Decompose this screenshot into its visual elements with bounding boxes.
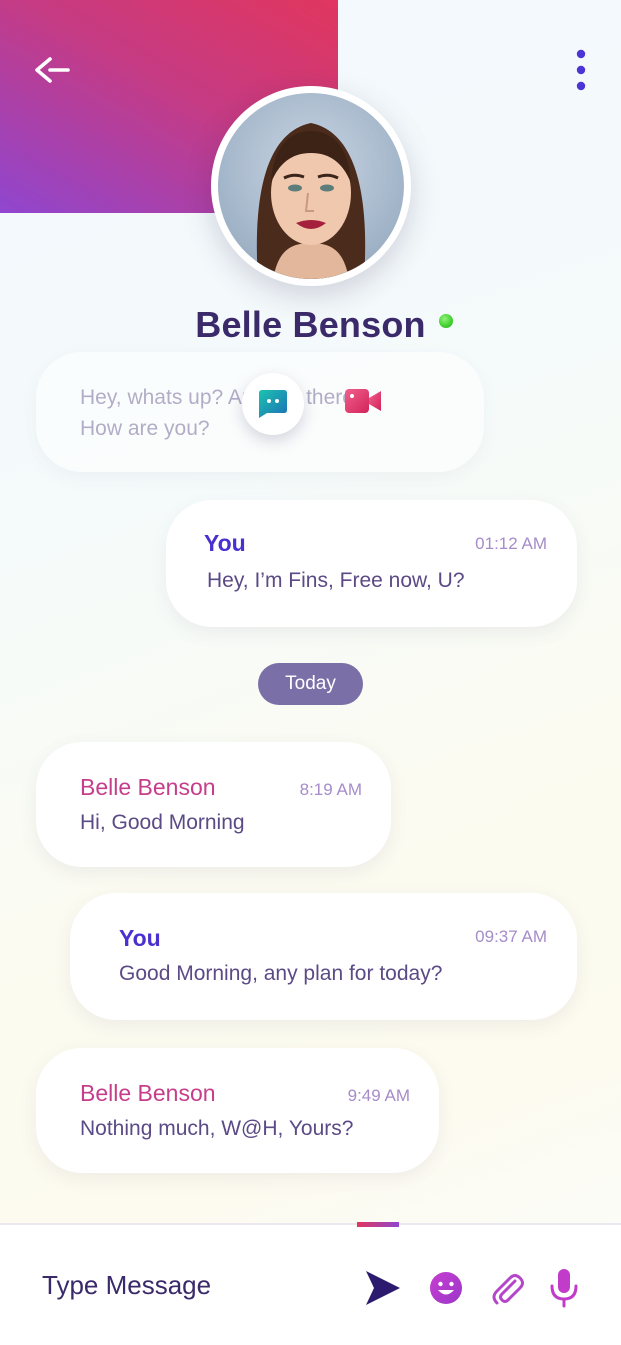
message-bubble-sent[interactable]: You 01:12 AM Hey, I’m Fins, Free now, U?: [166, 500, 577, 627]
emoji-button[interactable]: [429, 1271, 463, 1305]
attach-button[interactable]: [489, 1269, 525, 1307]
paperclip-icon: [492, 1274, 524, 1305]
online-status-indicator: [438, 314, 453, 328]
message-bubble-received[interactable]: Belle Benson 9:49 AM Nothing much, W@H, …: [36, 1048, 439, 1173]
avatar-portrait: [256, 123, 366, 279]
message-sender: You: [119, 925, 161, 951]
message-bubble-sent[interactable]: You 09:37 AM Good Morning, any plan for …: [70, 893, 577, 1020]
send-button[interactable]: [364, 1269, 402, 1307]
contact-name: Belle Benson: [195, 304, 426, 345]
microphone-icon: [550, 1269, 578, 1308]
message-bubble-received[interactable]: Belle Benson 8:19 AM Hi, Good Morning: [36, 742, 391, 867]
message-sender: Belle Benson: [80, 1080, 216, 1106]
contact-avatar[interactable]: [218, 93, 404, 279]
message-time: 09:37 AM: [475, 927, 547, 946]
composer-accent-indicator: [357, 1222, 399, 1227]
message-text: Hey, I’m Fins, Free now, U?: [207, 569, 465, 592]
message-text: Hi, Good Morning: [80, 811, 245, 834]
more-vertical-icon: [576, 49, 586, 91]
chat-bubble-icon: [259, 390, 287, 418]
message-text: Nothing much, W@H, Yours?: [80, 1117, 354, 1140]
video-camera-icon: [345, 389, 381, 413]
back-arrow-icon: [35, 57, 70, 83]
day-separator: Today: [258, 663, 363, 705]
message-time: 01:12 AM: [475, 534, 547, 553]
back-button[interactable]: [30, 52, 76, 88]
contact-avatar-frame: [211, 86, 411, 286]
contact-name-header: Belle Benson: [0, 304, 621, 346]
message-composer: [0, 1222, 621, 1345]
message-input[interactable]: [42, 1265, 342, 1305]
message-sender: Belle Benson: [80, 774, 216, 800]
faded-message-text: Hey, whats up? Are you there? How are yo…: [80, 386, 366, 440]
emoji-icon: [430, 1272, 462, 1304]
chat-button[interactable]: [242, 373, 304, 435]
voice-button[interactable]: [548, 1267, 580, 1309]
message-text: Good Morning, any plan for today?: [119, 962, 443, 985]
send-icon: [366, 1271, 400, 1305]
more-options-button[interactable]: [566, 46, 596, 94]
message-time: 9:49 AM: [347, 1086, 410, 1105]
video-call-button[interactable]: [344, 386, 382, 416]
message-time: 8:19 AM: [299, 780, 362, 799]
message-sender: You: [204, 530, 246, 556]
